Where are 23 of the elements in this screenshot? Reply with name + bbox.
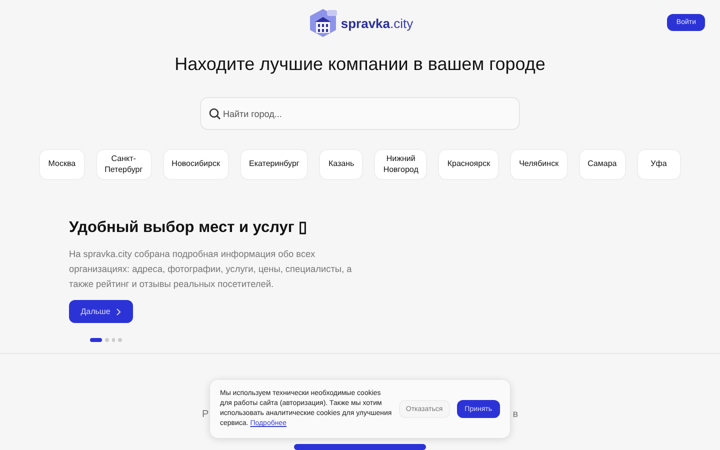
city-chip[interactable]: Санкт-Петербург: [96, 149, 152, 180]
city-chip[interactable]: Нижний Новгород: [374, 149, 428, 180]
action-button[interactable]: [294, 444, 426, 450]
text-fragment: в: [512, 408, 518, 420]
slide-dot[interactable]: [112, 338, 115, 342]
slide-dot[interactable]: [118, 338, 122, 342]
search-field[interactable]: Найти город...: [200, 97, 520, 130]
next-button[interactable]: Дальше: [69, 300, 133, 323]
logo-text[interactable]: spravka.city: [340, 16, 414, 30]
city-chip[interactable]: Екатеринбург: [240, 149, 308, 180]
slide-title: Удобный выбор мест и услуг ▯: [69, 218, 309, 238]
city-chip[interactable]: Новосибирск: [162, 149, 229, 180]
slide-text: На spravka.city собрана подробная информация обо всех организациях: адреса, фотографии, услуги, цены, специалисты, а также рейтинг и отзывы реальных посетителей.: [69, 248, 353, 291]
city-chip[interactable]: Красноярск: [438, 149, 500, 180]
city-chip[interactable]: Москва: [39, 149, 85, 180]
slide-dot[interactable]: [105, 338, 108, 342]
text-fragment: Р: [202, 408, 209, 420]
city-chip[interactable]: Самара: [578, 149, 626, 180]
headline: Находите лучшие компании в вашем городе: [174, 53, 546, 75]
city-chip[interactable]: Уфа: [636, 149, 681, 180]
chevron-right-icon: [116, 308, 122, 316]
city-chip[interactable]: Челябинск: [510, 149, 568, 180]
city-chip[interactable]: Казань: [319, 149, 364, 180]
